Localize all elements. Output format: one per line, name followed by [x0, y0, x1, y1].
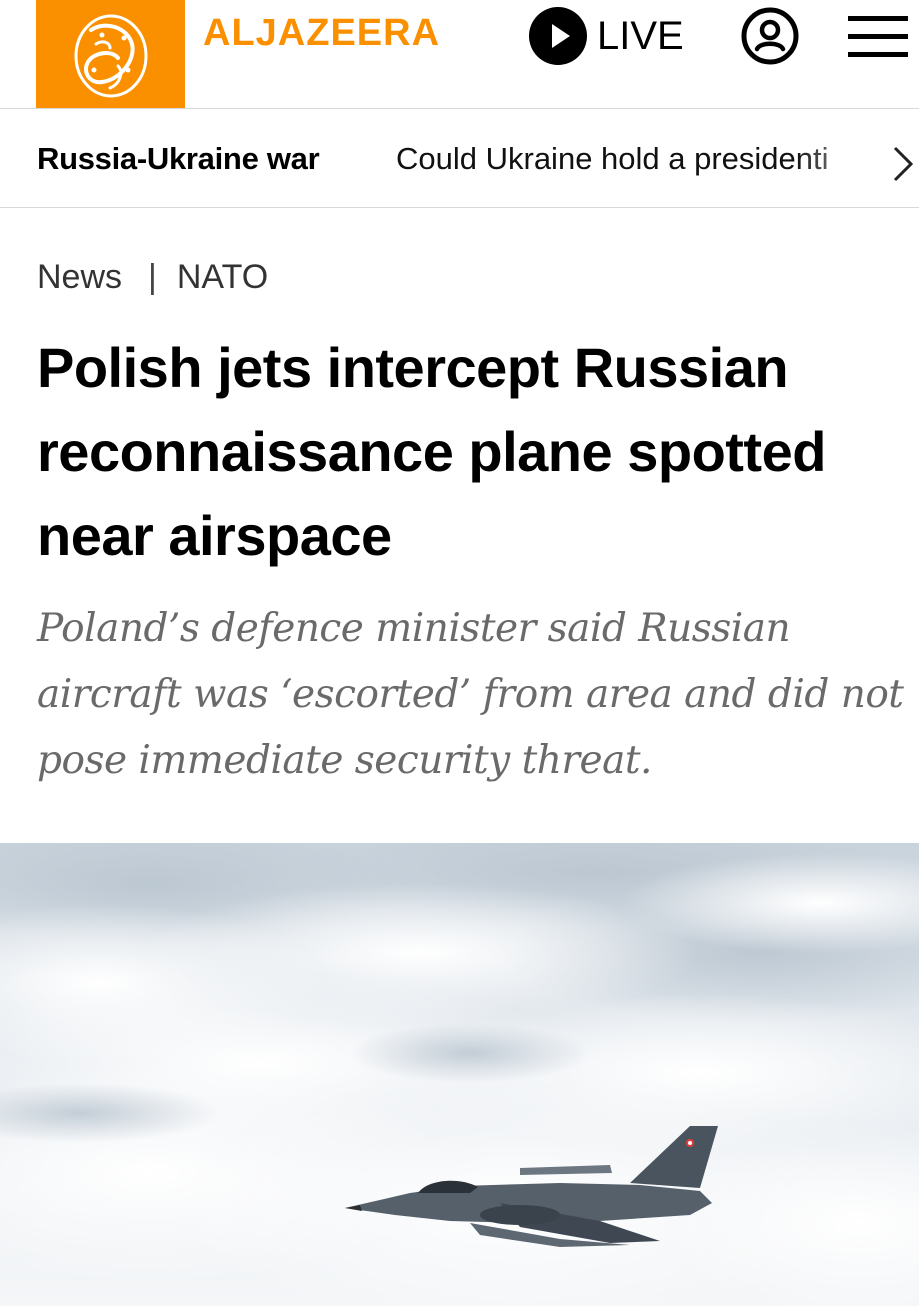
article-standfirst: Poland’s defence minister said Russian a…: [37, 606, 904, 783]
breadcrumb: News | NATO: [37, 258, 268, 297]
live-label: LIVE: [597, 13, 684, 58]
hamburger-menu-icon: [848, 16, 908, 57]
fighter-jet-over-clouds-image: [0, 843, 919, 1306]
breadcrumb-nato[interactable]: NATO: [177, 258, 268, 297]
play-icon: [529, 7, 587, 65]
topic-story-link[interactable]: Could Ukraine hold a presidenti: [396, 141, 896, 177]
topic-next-button[interactable]: [892, 145, 914, 188]
menu-button[interactable]: [848, 12, 908, 67]
aljazeera-logo-icon: [74, 14, 148, 98]
account-icon: [741, 7, 799, 65]
account-button[interactable]: [740, 6, 800, 71]
breadcrumb-separator: |: [148, 258, 157, 296]
brand-name[interactable]: ALJAZEERA: [203, 12, 440, 55]
live-button[interactable]: LIVE: [529, 7, 684, 65]
article-headline: Polish jets intercept Russian reconnaiss…: [37, 336, 826, 567]
topic-title[interactable]: Russia-Ukraine war: [37, 141, 320, 177]
chevron-right-icon: [893, 146, 914, 182]
site-header: ALJAZEERA LIVE: [0, 0, 919, 109]
topic-bar: Russia-Ukraine war Could Ukraine hold a …: [0, 109, 919, 208]
article-hero-image: [0, 843, 919, 1306]
aljazeera-logo[interactable]: [36, 0, 185, 108]
breadcrumb-news[interactable]: News: [37, 258, 122, 297]
